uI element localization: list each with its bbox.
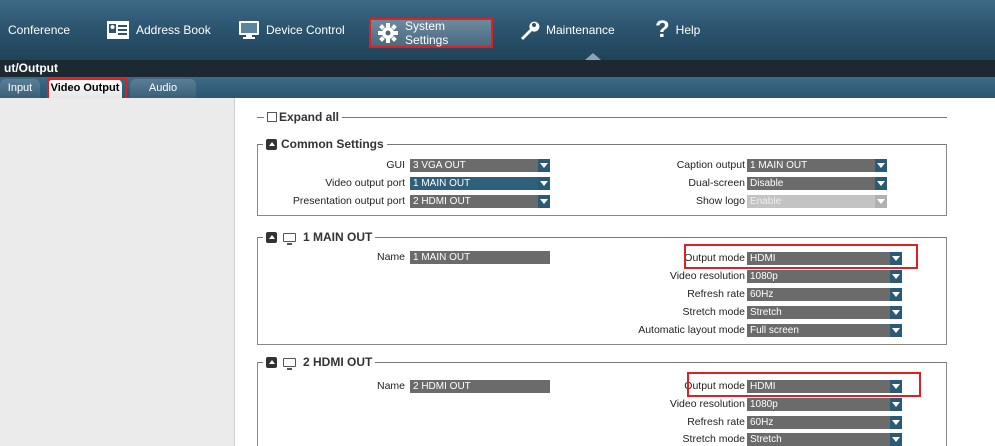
caption-output-select[interactable]: 1 MAIN OUT bbox=[747, 159, 887, 172]
name-label: Name bbox=[376, 251, 405, 263]
dual-screen-label: Dual-screen bbox=[688, 177, 745, 189]
main-out-header[interactable]: 1 MAIN OUT bbox=[263, 230, 376, 245]
top-navigation: Conference Address Book Device Control S… bbox=[0, 0, 995, 60]
chevron-down-icon bbox=[890, 398, 902, 411]
collapse-icon[interactable] bbox=[266, 138, 277, 150]
video-resolution-label: Video resolution bbox=[669, 270, 745, 282]
name-input[interactable]: 1 MAIN OUT bbox=[410, 251, 550, 264]
nav-device-control[interactable]: Device Control bbox=[238, 13, 345, 47]
wrench-icon bbox=[518, 19, 540, 41]
chevron-down-icon bbox=[538, 177, 550, 190]
chevron-down-icon bbox=[890, 270, 902, 283]
divider bbox=[257, 117, 947, 118]
monitor-icon bbox=[283, 357, 296, 370]
gui-select[interactable]: 3 VGA OUT bbox=[410, 159, 550, 172]
chevron-down-icon bbox=[875, 177, 887, 190]
select-value: 2 HDMI OUT bbox=[413, 196, 471, 207]
sidebar bbox=[0, 98, 235, 446]
hdmi-out-header[interactable]: 2 HDMI OUT bbox=[263, 355, 376, 370]
name-label: Name bbox=[376, 380, 405, 392]
section-title: Common Settings bbox=[281, 137, 384, 151]
nav-label: Conference bbox=[8, 23, 71, 37]
video-resolution-select[interactable]: 1080p bbox=[747, 270, 902, 283]
nav-label: Device Control bbox=[266, 23, 345, 37]
chevron-down-icon bbox=[538, 195, 550, 208]
select-value: 3 VGA OUT bbox=[413, 160, 466, 171]
address-book-icon bbox=[106, 20, 130, 40]
presentation-output-port-label: Presentation output port bbox=[292, 195, 405, 207]
select-value: Stretch bbox=[750, 307, 782, 318]
select-value: Full screen bbox=[750, 325, 799, 336]
automatic-layout-mode-label: Automatic layout mode bbox=[638, 324, 745, 336]
help-icon: ? bbox=[655, 16, 670, 43]
common-settings-header[interactable]: Common Settings bbox=[263, 137, 387, 151]
chevron-down-icon bbox=[890, 306, 902, 319]
nav-label: Address Book bbox=[136, 23, 211, 37]
chevron-down-icon bbox=[890, 416, 902, 429]
select-value: Disable bbox=[750, 178, 784, 189]
select-value: 1 MAIN OUT bbox=[413, 178, 471, 189]
nav-conference[interactable]: Conference bbox=[8, 13, 70, 47]
select-value: 60Hz bbox=[750, 289, 774, 300]
select-value: 1080p bbox=[750, 399, 778, 410]
chevron-down-icon bbox=[890, 324, 902, 337]
video-output-port-label: Video output port bbox=[325, 177, 405, 189]
gui-label: GUI bbox=[386, 159, 405, 171]
video-resolution-select[interactable]: 1080p bbox=[747, 398, 902, 411]
select-value: 1080p bbox=[750, 271, 778, 282]
chevron-down-icon bbox=[890, 288, 902, 301]
monitor-icon bbox=[283, 232, 296, 245]
highlight-box bbox=[687, 372, 921, 397]
stretch-mode-label: Stretch mode bbox=[682, 306, 745, 318]
refresh-rate-label: Refresh rate bbox=[687, 288, 745, 300]
highlight-box bbox=[684, 244, 918, 269]
collapse-icon[interactable] bbox=[266, 356, 277, 368]
chevron-down-icon bbox=[875, 195, 887, 208]
nav-system-settings[interactable]: System Settings bbox=[369, 18, 493, 48]
show-logo-select: Enable bbox=[747, 195, 887, 208]
tab-bar: Input Video Output Audio bbox=[0, 77, 995, 98]
automatic-layout-mode-select[interactable]: Full screen bbox=[747, 324, 902, 337]
stretch-mode-label: Stretch mode bbox=[682, 433, 745, 445]
chevron-down-icon bbox=[875, 159, 887, 172]
refresh-rate-label: Refresh rate bbox=[687, 416, 745, 428]
expand-all-label: Expand all bbox=[279, 110, 340, 124]
nav-label: Help bbox=[675, 23, 701, 37]
collapse-icon[interactable] bbox=[266, 231, 277, 243]
stretch-mode-select[interactable]: Stretch bbox=[747, 306, 902, 319]
gear-icon bbox=[377, 22, 399, 44]
name-input[interactable]: 2 HDMI OUT bbox=[410, 380, 550, 393]
select-value: 60Hz bbox=[750, 417, 774, 428]
nav-help[interactable]: ? Help bbox=[655, 13, 700, 47]
expand-all-toggle[interactable]: Expand all bbox=[264, 110, 343, 124]
page-title: ut/Output bbox=[0, 60, 995, 77]
show-logo-label: Show logo bbox=[695, 195, 745, 207]
nav-indicator-icon bbox=[585, 53, 601, 60]
select-value: 1 MAIN OUT bbox=[750, 160, 808, 171]
presentation-output-port-select[interactable]: 2 HDMI OUT bbox=[410, 195, 550, 208]
section-title: 2 HDMI OUT bbox=[303, 355, 373, 369]
dual-screen-select[interactable]: Disable bbox=[747, 177, 887, 190]
nav-address-book[interactable]: Address Book bbox=[106, 13, 211, 47]
chevron-down-icon bbox=[538, 159, 550, 172]
chevron-down-icon bbox=[890, 433, 902, 446]
section-title: 1 MAIN OUT bbox=[303, 230, 373, 244]
video-resolution-label: Video resolution bbox=[669, 398, 745, 410]
refresh-rate-select[interactable]: 60Hz bbox=[747, 288, 902, 301]
video-output-port-select[interactable]: 1 MAIN OUT bbox=[410, 177, 550, 190]
nav-label: Maintenance bbox=[546, 23, 615, 37]
tab-audio[interactable]: Audio bbox=[130, 79, 196, 98]
select-value: Stretch bbox=[750, 434, 782, 445]
monitor-icon bbox=[238, 20, 260, 40]
stretch-mode-select[interactable]: Stretch bbox=[747, 433, 902, 446]
expand-all-checkbox[interactable] bbox=[267, 112, 277, 122]
select-value: Enable bbox=[750, 196, 782, 207]
refresh-rate-select[interactable]: 60Hz bbox=[747, 416, 902, 429]
tab-input[interactable]: Input bbox=[0, 79, 40, 98]
nav-maintenance[interactable]: Maintenance bbox=[518, 13, 615, 47]
nav-label: System Settings bbox=[405, 19, 449, 47]
caption-output-label: Caption output bbox=[676, 159, 745, 171]
